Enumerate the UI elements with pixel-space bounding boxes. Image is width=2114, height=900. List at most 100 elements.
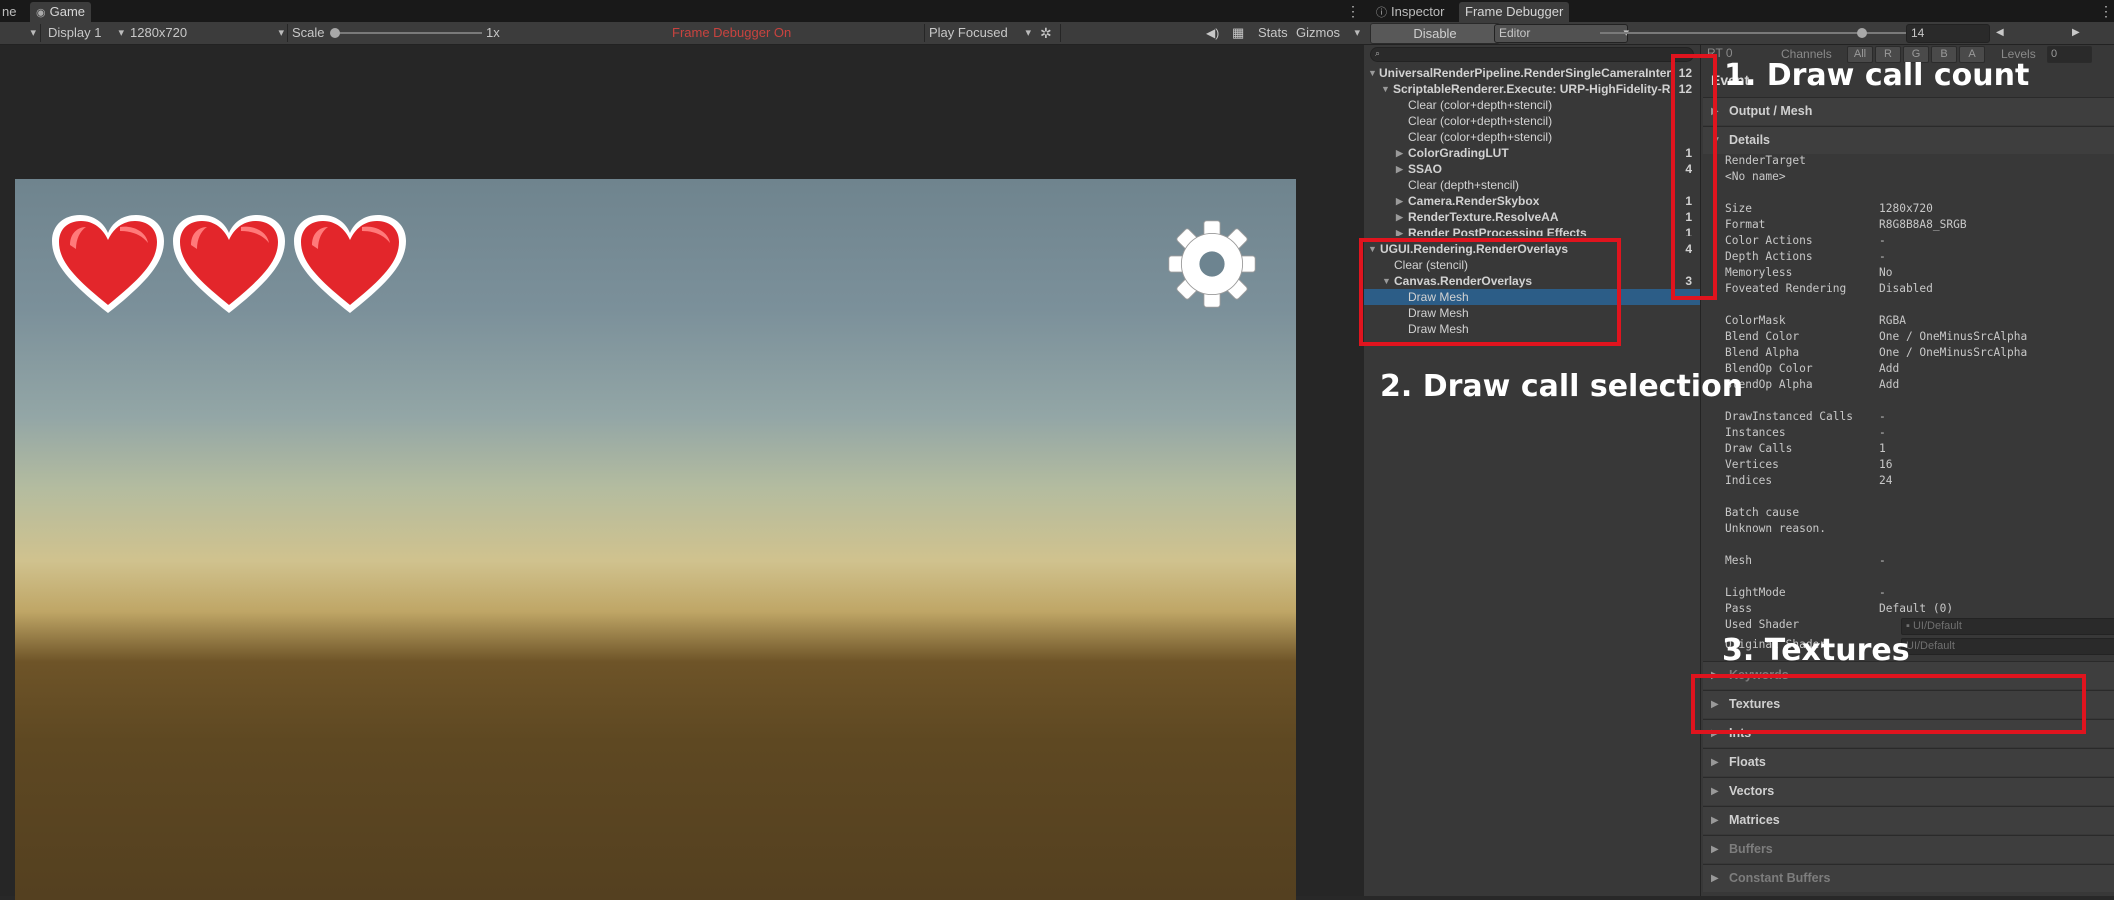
tree-row[interactable]: ▶ ColorGradingLUT 1 xyxy=(1364,145,1700,161)
prop-row: LightMode - xyxy=(1725,585,1886,601)
prop-key: Blend Alpha xyxy=(1725,346,1800,359)
frame-debugger-status: Frame Debugger On xyxy=(672,25,792,40)
collapse-arrow-icon: ▶ xyxy=(1711,757,1719,768)
prop-row: Pass Default (0) xyxy=(1725,601,1953,617)
prop-row: Color Actions - xyxy=(1725,233,1886,249)
keyboard-icon[interactable]: ▦ xyxy=(1232,22,1244,44)
prop-row: Blend Color One / OneMinusSrcAlpha xyxy=(1725,329,2027,345)
tab-game-label: Game xyxy=(49,4,86,19)
prop-key: Size xyxy=(1725,202,1752,215)
display-dropdown[interactable]: Display 1 xyxy=(48,22,124,44)
tree-row-label: Clear (color+depth+stencil) xyxy=(1408,130,1553,144)
prop-key: ColorMask xyxy=(1725,314,1786,327)
annotation-box-textures xyxy=(1691,674,2086,734)
prop-value: Add xyxy=(1879,362,1900,375)
used-shader-field[interactable]: ▪ UI/Default xyxy=(1901,618,2114,635)
prop-key: LightMode xyxy=(1725,586,1786,599)
game-viewport[interactable] xyxy=(15,179,1296,900)
section-title: Constant Buffers xyxy=(1729,871,1831,885)
tree-row[interactable]: ▶ Render PostProcessing Effects 1 xyxy=(1364,225,1700,236)
event-index-value: 14 xyxy=(1911,26,1925,40)
disable-button[interactable]: Disable xyxy=(1370,23,1500,44)
section-details[interactable]: ▼ Details xyxy=(1703,126,2114,154)
scale-slider-track[interactable] xyxy=(334,32,482,34)
tree-row[interactable]: ▶ SSAO 4 xyxy=(1364,161,1700,177)
prop-row: Draw Calls 1 xyxy=(1725,441,1886,457)
prop-key: Pass xyxy=(1725,602,1752,615)
prev-event-icon[interactable]: ◀ xyxy=(1996,22,2004,44)
play-mode-dropdown[interactable]: Play Focused xyxy=(929,22,1031,44)
prop-row: Instances - xyxy=(1725,425,1886,441)
heart-icon xyxy=(173,215,285,313)
collapse-arrow-icon: ▶ xyxy=(1711,844,1719,855)
tree-row[interactable]: ▼ ScriptableRenderer.Execute: URP-HighFid… xyxy=(1364,81,1700,97)
info-icon: ⓘ xyxy=(1376,7,1387,19)
tab-frame-debugger[interactable]: Frame Debugger xyxy=(1459,2,1570,22)
shader-icon: ▪ xyxy=(1906,620,1913,632)
search-icon: ⌕ xyxy=(1375,48,1381,58)
section-output-mesh[interactable]: ▶ Output / Mesh xyxy=(1703,97,2114,125)
tree-row[interactable]: Clear (color+depth+stencil) xyxy=(1364,129,1700,145)
tab-game[interactable]: ◉ Game xyxy=(30,2,92,22)
section-constant-buffers[interactable]: ▶ Constant Buffers xyxy=(1703,864,2114,892)
game-view-dropdown[interactable] xyxy=(0,22,36,44)
prop-key: Color Actions xyxy=(1725,234,1813,247)
tree-row[interactable]: Clear (depth+stencil) xyxy=(1364,177,1700,193)
render-target-value: <No name> xyxy=(1725,170,1786,183)
event-slider-knob[interactable] xyxy=(1857,28,1867,38)
toolbar-separator xyxy=(287,24,288,42)
section-floats[interactable]: ▶ Floats xyxy=(1703,748,2114,776)
annotation-label-3: 3. Textures xyxy=(1722,633,1910,668)
gizmos-dropdown[interactable]: Gizmos xyxy=(1296,22,1360,44)
tree-row-label: Clear (depth+stencil) xyxy=(1408,178,1520,192)
section-vectors[interactable]: ▶ Vectors xyxy=(1703,777,2114,805)
original-shader-value: UI/Default xyxy=(1906,640,1955,652)
tree-row[interactable]: ▼ UniversalRenderPipeline.RenderSingleCam… xyxy=(1364,65,1700,81)
prop-row: ColorMask RGBA xyxy=(1725,313,1906,329)
game-view xyxy=(0,45,1364,900)
prop-value: R8G8B8A8_SRGB xyxy=(1879,218,1967,231)
collapse-arrow-icon: ▶ xyxy=(1396,164,1403,174)
tab-scene[interactable]: ne xyxy=(0,2,22,22)
prop-row: Mesh - xyxy=(1725,553,1886,569)
batch-cause-label: Batch cause xyxy=(1725,506,1800,519)
tab-inspector[interactable]: ⓘ Inspector xyxy=(1370,2,1450,22)
prop-value: - xyxy=(1879,250,1886,263)
next-event-icon[interactable]: ▶ xyxy=(2072,22,2080,44)
settings-gear-icon[interactable] xyxy=(1167,219,1257,309)
tree-row[interactable]: ▶ Camera.RenderSkybox 1 xyxy=(1364,193,1700,209)
event-search-field[interactable]: ⌕ xyxy=(1370,47,1694,62)
section-matrices[interactable]: ▶ Matrices xyxy=(1703,806,2114,834)
prop-value: One / OneMinusSrcAlpha xyxy=(1879,346,2028,359)
tree-row-label: Render PostProcessing Effects xyxy=(1408,226,1587,236)
game-tab-menu-icon[interactable]: ⋮ xyxy=(1346,4,1360,18)
event-index-field[interactable]: 14 xyxy=(1906,24,1990,43)
bug-icon[interactable]: ✲ xyxy=(1040,22,1052,44)
audio-mute-icon[interactable]: ◀) xyxy=(1206,22,1219,44)
collapse-arrow-icon: ▶ xyxy=(1396,148,1403,158)
right-tab-menu-icon[interactable]: ⋮ xyxy=(2099,4,2113,18)
tree-row[interactable]: Clear (color+depth+stencil) xyxy=(1364,97,1700,113)
tree-row[interactable]: ▶ RenderTexture.ResolveAA 1 xyxy=(1364,209,1700,225)
prop-value: Add xyxy=(1879,378,1900,391)
stats-button[interactable]: Stats xyxy=(1258,22,1288,44)
prop-row: Blend Alpha One / OneMinusSrcAlpha xyxy=(1725,345,2027,361)
prop-value: - xyxy=(1879,554,1886,567)
section-buffers[interactable]: ▶ Buffers xyxy=(1703,835,2114,863)
prop-row: Memoryless No xyxy=(1725,265,1892,281)
prop-key: Foveated Rendering xyxy=(1725,282,1847,295)
resolution-dropdown[interactable]: 1280x720 xyxy=(130,22,284,44)
original-shader-field[interactable]: UI/Default xyxy=(1901,638,2114,655)
expand-arrow-icon: ▼ xyxy=(1368,68,1377,78)
gizmos-label: Gizmos xyxy=(1296,25,1341,40)
tree-row-label: Camera.RenderSkybox xyxy=(1408,194,1540,208)
section-title: Floats xyxy=(1729,755,1766,769)
prop-row: Indices 24 xyxy=(1725,473,1892,489)
batch-cause-value: Unknown reason. xyxy=(1725,522,1827,535)
levels-field[interactable]: 0 xyxy=(2047,46,2092,63)
prop-value: 1280x720 xyxy=(1879,202,1933,215)
prop-row: DrawInstanced Calls - xyxy=(1725,409,1886,425)
prop-row: Depth Actions - xyxy=(1725,249,1886,265)
scale-slider-knob[interactable] xyxy=(330,28,340,38)
tree-row[interactable]: Clear (color+depth+stencil) xyxy=(1364,113,1700,129)
